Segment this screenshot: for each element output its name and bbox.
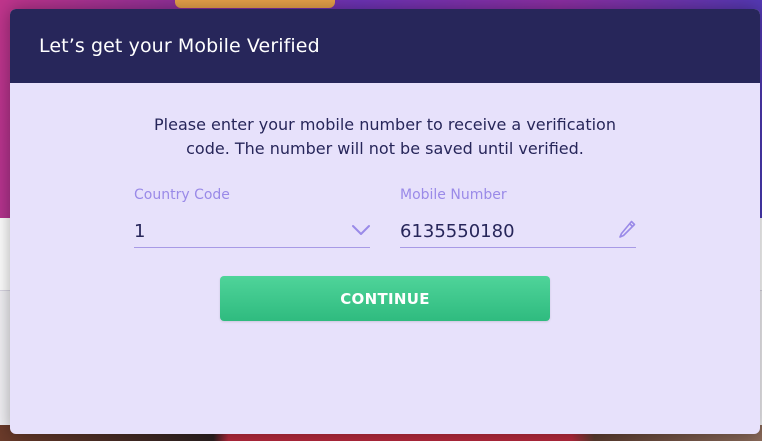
mobile-number-input[interactable] [400,221,600,242]
mobile-number-control[interactable] [400,217,636,248]
modal-header: Let’s get your Mobile Verified [10,9,760,83]
continue-button[interactable]: CONTINUE [220,276,550,321]
mobile-number-field: Mobile Number [400,187,636,248]
country-code-value[interactable]: 1 [134,221,334,242]
chevron-down-icon[interactable] [352,224,370,236]
background-decoration [175,0,335,8]
pencil-icon[interactable] [618,220,636,240]
instructions-text: Please enter your mobile number to recei… [10,113,760,161]
country-code-select[interactable]: 1 [134,217,370,248]
modal-title: Let’s get your Mobile Verified [39,35,320,57]
country-code-label: Country Code [134,187,230,203]
country-code-field: Country Code 1 [134,187,370,248]
instructions-line-2: code. The number will not be saved until… [186,139,584,158]
modal-body: Please enter your mobile number to recei… [10,83,760,434]
instructions-line-1: Please enter your mobile number to recei… [154,115,616,134]
verification-modal: Let’s get your Mobile Verified Please en… [10,9,760,434]
mobile-number-label: Mobile Number [400,187,507,203]
